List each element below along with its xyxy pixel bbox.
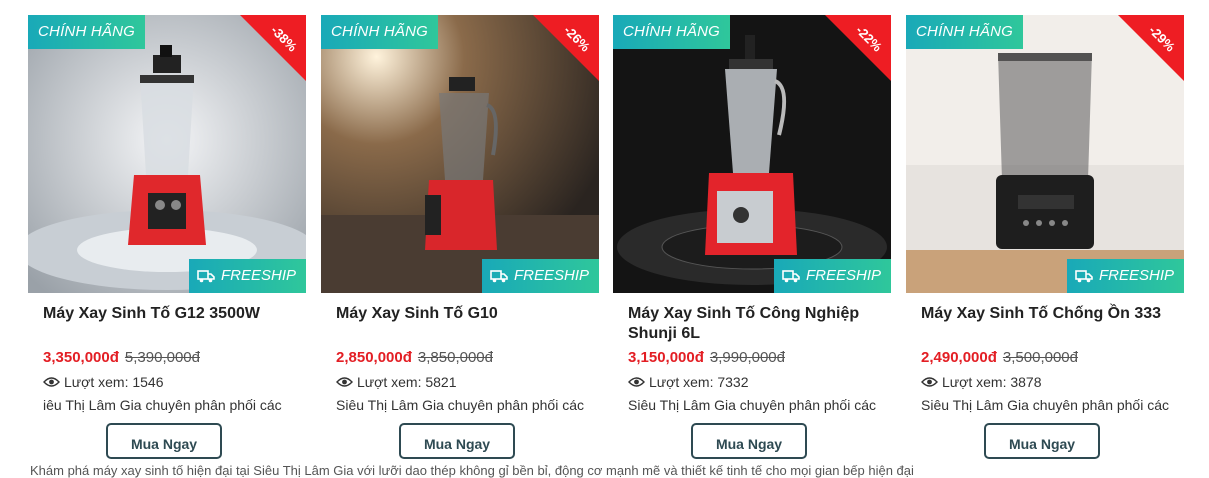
discount-ribbon: -29% (1118, 15, 1184, 81)
freeship-badge: FREESHIP (188, 259, 306, 293)
price-row: 2,850,000đ 3,850,000đ (336, 349, 493, 366)
product-card[interactable]: CHÍNH HÃNG -22% FREESHIP Máy Xay Sinh Tố… (613, 15, 891, 475)
product-card[interactable]: CHÍNH HÃNG -29% FREESHIP Máy Xay Sinh Tố… (906, 15, 1184, 475)
truck-icon (1075, 270, 1093, 283)
sale-price: 2,490,000đ (921, 349, 997, 366)
product-description: Siêu Thị Lâm Gia chuyên phân phối các (921, 397, 1170, 413)
product-title[interactable]: Máy Xay Sinh Tố G10 (336, 304, 591, 324)
product-description: Siêu Thị Lâm Gia chuyên phân phối các (628, 397, 877, 413)
original-price: 5,390,000đ (124, 349, 200, 366)
buy-now-button[interactable]: Mua Ngay (691, 423, 807, 459)
product-title[interactable]: Máy Xay Sinh Tố G12 3500W (43, 304, 298, 324)
product-card[interactable]: CHÍNH HÃNG -26% FREESHIP Máy Xay Sinh Tố… (321, 15, 599, 475)
product-card[interactable]: CHÍNH HÃNG -38% FREESHIP Máy Xay Sinh Tố… (28, 15, 306, 475)
original-price: 3,990,000đ (709, 349, 785, 366)
truck-icon (197, 270, 215, 283)
product-image[interactable]: CHÍNH HÃNG -22% FREESHIP (613, 15, 891, 293)
eye-icon (43, 377, 60, 387)
product-image[interactable]: CHÍNH HÃNG -38% FREESHIP (28, 15, 306, 293)
sale-price: 3,350,000đ (43, 349, 119, 366)
freeship-label: FREESHIP (805, 267, 881, 284)
freeship-label: FREESHIP (513, 267, 589, 284)
product-title[interactable]: Máy Xay Sinh Tố Công Nghiệp Shunji 6L (628, 304, 883, 344)
price-row: 3,150,000đ 3,990,000đ (628, 349, 785, 366)
product-description: iêu Thị Lâm Gia chuyên phân phối các (43, 397, 282, 413)
buy-now-button[interactable]: Mua Ngay (106, 423, 222, 459)
discount-ribbon: -38% (240, 15, 306, 81)
view-count: Lượt xem: 7332 (628, 374, 749, 390)
sale-price: 3,150,000đ (628, 349, 704, 366)
truck-icon (782, 270, 800, 283)
product-image[interactable]: CHÍNH HÃNG -26% FREESHIP (321, 15, 599, 293)
original-price: 3,500,000đ (1002, 349, 1078, 366)
authentic-badge: CHÍNH HÃNG (906, 15, 1024, 49)
eye-icon (336, 377, 353, 387)
product-image[interactable]: CHÍNH HÃNG -29% FREESHIP (906, 15, 1184, 293)
footer-text-partial: Khám phá máy xay sinh tố hiện đại tại Si… (30, 463, 914, 478)
freeship-label: FREESHIP (220, 267, 296, 284)
freeship-badge: FREESHIP (1066, 259, 1184, 293)
product-grid: CHÍNH HÃNG -38% FREESHIP Máy Xay Sinh Tố… (0, 0, 1209, 472)
original-price: 3,850,000đ (417, 349, 493, 366)
authentic-badge: CHÍNH HÃNG (613, 15, 731, 49)
view-count: Lượt xem: 3878 (921, 374, 1042, 390)
discount-ribbon: -22% (825, 15, 891, 81)
freeship-label: FREESHIP (1098, 267, 1174, 284)
view-count-label: Lượt xem: 7332 (649, 374, 749, 390)
eye-icon (628, 377, 645, 387)
discount-ribbon: -26% (533, 15, 599, 81)
authentic-badge: CHÍNH HÃNG (321, 15, 439, 49)
buy-now-button[interactable]: Mua Ngay (399, 423, 515, 459)
view-count: Lượt xem: 5821 (336, 374, 457, 390)
sale-price: 2,850,000đ (336, 349, 412, 366)
view-count-label: Lượt xem: 1546 (64, 374, 164, 390)
view-count-label: Lượt xem: 3878 (942, 374, 1042, 390)
product-description: Siêu Thị Lâm Gia chuyên phân phối các (336, 397, 585, 413)
freeship-badge: FREESHIP (481, 259, 599, 293)
view-count-label: Lượt xem: 5821 (357, 374, 457, 390)
eye-icon (921, 377, 938, 387)
product-title[interactable]: Máy Xay Sinh Tố Chống Ồn 333 (921, 304, 1176, 324)
truck-icon (490, 270, 508, 283)
price-row: 3,350,000đ 5,390,000đ (43, 349, 200, 366)
freeship-badge: FREESHIP (773, 259, 891, 293)
price-row: 2,490,000đ 3,500,000đ (921, 349, 1078, 366)
buy-now-button[interactable]: Mua Ngay (984, 423, 1100, 459)
authentic-badge: CHÍNH HÃNG (28, 15, 146, 49)
view-count: Lượt xem: 1546 (43, 374, 164, 390)
